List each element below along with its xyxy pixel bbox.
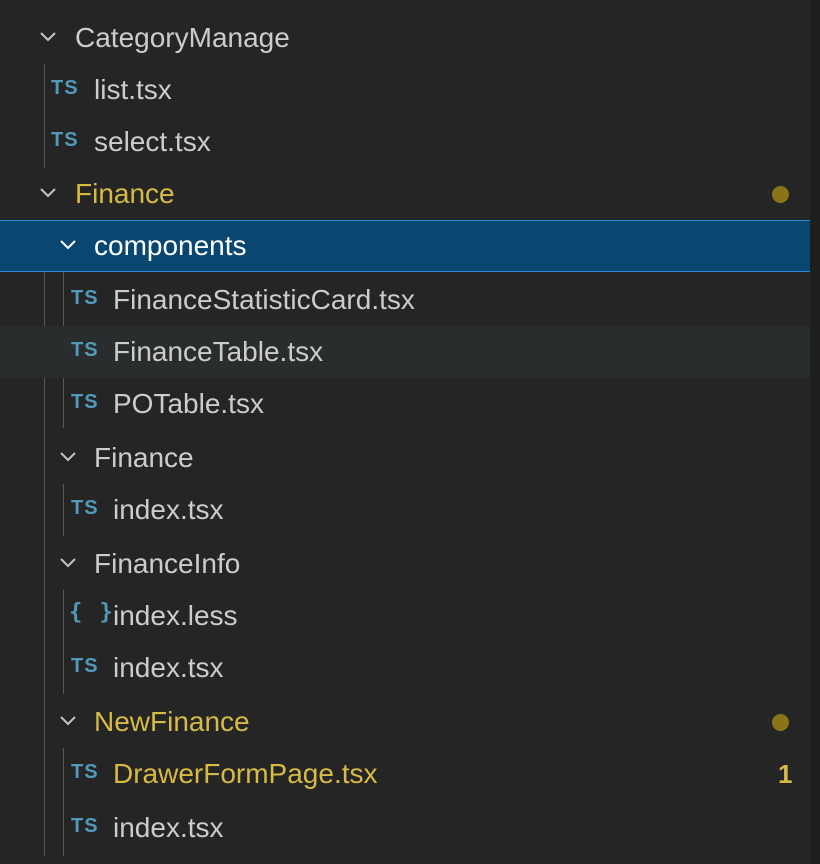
file-explorer-tree: CategoryManage TS list.tsx TS select.tsx… <box>0 0 810 864</box>
tree-file-potable-tsx[interactable]: TS POTable.tsx <box>0 378 810 430</box>
tree-item-label: select.tsx <box>94 126 211 157</box>
tree-item-label: FinanceTable.tsx <box>113 336 324 367</box>
tree-item-label: NewFinance <box>94 706 250 737</box>
tree-folder-finance-sub[interactable]: Finance <box>0 432 810 484</box>
tree-file-index-tsx[interactable]: TS index.tsx <box>0 802 810 854</box>
tree-folder-financeinfo[interactable]: FinanceInfo <box>0 538 810 590</box>
tree-item-label: index.tsx <box>113 494 224 525</box>
typescript-file-icon: TS <box>71 815 99 837</box>
typescript-file-icon: TS <box>71 339 99 361</box>
chevron-down-icon <box>57 234 79 256</box>
tree-folder-categorymanage[interactable]: CategoryManage <box>0 12 810 64</box>
tree-item-label: FinanceInfo <box>94 548 241 579</box>
tree-item-label: index.less <box>113 600 238 631</box>
modified-dot-icon <box>772 714 789 731</box>
typescript-file-icon: TS <box>51 77 79 99</box>
tree-folder-newfinance[interactable]: NewFinance <box>0 696 810 748</box>
modified-dot-icon <box>772 186 789 203</box>
chevron-down-icon <box>37 182 59 204</box>
chevron-down-icon <box>57 552 79 574</box>
tree-item-label: list.tsx <box>94 74 172 105</box>
tree-file-financestatisticcard-tsx[interactable]: TS FinanceStatisticCard.tsx <box>0 274 810 326</box>
tree-file-index-less[interactable]: { } index.less <box>0 590 810 642</box>
tree-file-select-tsx[interactable]: TS select.tsx <box>0 116 810 168</box>
problem-count-badge: 1 <box>778 759 793 789</box>
tree-item-label: CategoryManage <box>75 22 290 53</box>
vertical-scrollbar[interactable] <box>810 0 820 864</box>
tree-item-label: POTable.tsx <box>113 388 264 419</box>
chevron-down-icon <box>57 446 79 468</box>
tree-item-label: index.tsx <box>113 812 224 843</box>
tree-item-label: FinanceStatisticCard.tsx <box>113 284 415 315</box>
tree-file-drawerformpage-tsx[interactable]: TS DrawerFormPage.tsx 1 <box>0 748 810 800</box>
tree-folder-finance[interactable]: Finance <box>0 168 810 220</box>
typescript-file-icon: TS <box>51 129 79 151</box>
typescript-file-icon: TS <box>71 497 99 519</box>
tree-folder-components[interactable]: components <box>0 220 810 272</box>
chevron-down-icon <box>37 26 59 48</box>
tree-item-label: components <box>94 230 247 261</box>
chevron-down-icon <box>57 710 79 732</box>
typescript-file-icon: TS <box>71 391 99 413</box>
tree-file-index-tsx[interactable]: TS index.tsx <box>0 642 810 694</box>
tree-item-label: Finance <box>75 178 175 209</box>
less-file-icon: { } <box>69 600 115 625</box>
tree-item-label: index.tsx <box>113 652 224 683</box>
typescript-file-icon: TS <box>71 287 99 309</box>
tree-file-financetable-tsx[interactable]: TS FinanceTable.tsx <box>0 326 810 378</box>
tree-item-label: Finance <box>94 442 194 473</box>
typescript-file-icon: TS <box>71 761 99 783</box>
typescript-file-icon: TS <box>71 655 99 677</box>
tree-file-index-tsx[interactable]: TS index.tsx <box>0 484 810 536</box>
tree-file-list-tsx[interactable]: TS list.tsx <box>0 64 810 116</box>
tree-item-label: DrawerFormPage.tsx <box>113 758 378 789</box>
